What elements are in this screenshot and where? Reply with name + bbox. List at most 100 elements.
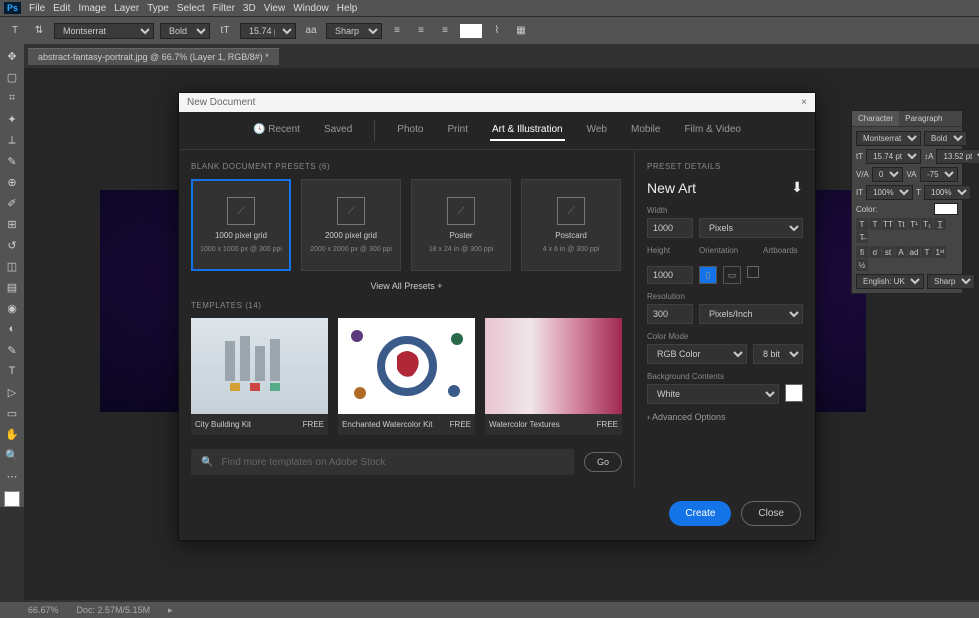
- save-preset-icon[interactable]: ⬇: [791, 179, 803, 196]
- advanced-options-toggle[interactable]: › Advanced Options: [647, 412, 803, 422]
- resolution-units-select[interactable]: Pixels/Inch: [699, 304, 803, 324]
- ot-1st[interactable]: 1ˢᵗ: [934, 246, 946, 258]
- text-color-swatch[interactable]: [460, 24, 482, 38]
- tab-film-video[interactable]: Film & Video: [682, 120, 743, 141]
- tab-photo[interactable]: Photo: [395, 120, 425, 141]
- menu-file[interactable]: File: [29, 3, 45, 14]
- template-search[interactable]: 🔍 Find more templates on Adobe Stock: [191, 449, 574, 475]
- hand-tool[interactable]: ✋: [2, 424, 22, 444]
- path-tool[interactable]: ▷: [2, 382, 22, 402]
- blur-tool[interactable]: ◉: [2, 298, 22, 318]
- char-color-swatch[interactable]: [934, 203, 958, 215]
- bitdepth-select[interactable]: 8 bit: [753, 344, 803, 364]
- brush-tool[interactable]: ✐: [2, 193, 22, 213]
- char-vscale-select[interactable]: 100%: [866, 185, 913, 200]
- edit-toolbar[interactable]: ⋯: [2, 466, 22, 486]
- doc-info[interactable]: Doc: 2.57M/5.15M: [77, 605, 151, 615]
- eyedropper-tool[interactable]: ✎: [2, 151, 22, 171]
- underline-btn[interactable]: T̲: [934, 218, 946, 230]
- close-button[interactable]: Close: [741, 501, 801, 526]
- shape-tool[interactable]: ▭: [2, 403, 22, 423]
- align-center-icon[interactable]: ≡: [412, 22, 430, 40]
- menu-window[interactable]: Window: [293, 3, 329, 14]
- ot-half[interactable]: ½: [856, 259, 868, 271]
- char-leading-select[interactable]: 13.52 pt: [936, 149, 979, 164]
- menu-edit[interactable]: Edit: [53, 3, 70, 14]
- create-button[interactable]: Create: [669, 501, 731, 526]
- menu-view[interactable]: View: [264, 3, 286, 14]
- marquee-tool[interactable]: ▢: [2, 67, 22, 87]
- ot-ad[interactable]: ad: [908, 246, 920, 258]
- align-right-icon[interactable]: ≡: [436, 22, 454, 40]
- preset-1000-grid[interactable]: ⟋ 1000 pixel grid 1000 x 1000 px @ 300 p…: [191, 179, 291, 271]
- preset-poster[interactable]: ⟋ Poster 18 x 24 in @ 300 ppi: [411, 179, 511, 271]
- template-city-building[interactable]: City Building KitFREE: [191, 318, 328, 435]
- template-watercolor-kit[interactable]: Enchanted Watercolor KitFREE: [338, 318, 475, 435]
- stamp-tool[interactable]: ⊞: [2, 214, 22, 234]
- wand-tool[interactable]: ✦: [2, 109, 22, 129]
- subscript-btn[interactable]: T₁: [921, 218, 933, 230]
- resolution-input[interactable]: [647, 304, 693, 324]
- heal-tool[interactable]: ⊕: [2, 172, 22, 192]
- ot-sigma[interactable]: σ: [869, 246, 881, 258]
- char-kerning-select[interactable]: 0: [872, 167, 903, 182]
- font-family-select[interactable]: Montserrat: [54, 23, 154, 39]
- tab-mobile[interactable]: Mobile: [629, 120, 662, 141]
- width-input[interactable]: [647, 218, 693, 238]
- units-select[interactable]: Pixels: [699, 218, 803, 238]
- go-button[interactable]: Go: [584, 452, 622, 472]
- crop-tool[interactable]: ⟂: [2, 130, 22, 150]
- artboards-checkbox[interactable]: [747, 266, 759, 278]
- preset-name-field[interactable]: New Art: [647, 180, 696, 196]
- char-size-select[interactable]: 15.74 pt: [866, 149, 921, 164]
- menu-3d[interactable]: 3D: [243, 3, 256, 14]
- type-tool[interactable]: T: [2, 361, 22, 381]
- dodge-tool[interactable]: ◐: [2, 319, 22, 339]
- eraser-tool[interactable]: ◫: [2, 256, 22, 276]
- history-brush-tool[interactable]: ↺: [2, 235, 22, 255]
- char-tracking-select[interactable]: -75: [920, 167, 958, 182]
- orientation-landscape[interactable]: ▭: [723, 266, 741, 284]
- lasso-tool[interactable]: ⌗: [2, 88, 22, 108]
- gradient-tool[interactable]: ▤: [2, 277, 22, 297]
- smallcaps-btn[interactable]: Tt: [895, 218, 907, 230]
- colormode-select[interactable]: RGB Color: [647, 344, 747, 364]
- allcaps-btn[interactable]: TT: [882, 218, 894, 230]
- menu-image[interactable]: Image: [78, 3, 106, 14]
- ot-st[interactable]: st: [882, 246, 894, 258]
- tab-saved[interactable]: Saved: [322, 120, 354, 141]
- view-all-presets[interactable]: View All Presets +: [191, 281, 622, 291]
- tab-character[interactable]: Character: [852, 111, 899, 126]
- move-tool[interactable]: ✥: [2, 46, 22, 66]
- char-hscale-select[interactable]: 100%: [924, 185, 971, 200]
- template-watercolor-textures[interactable]: Watercolor TexturesFREE: [485, 318, 622, 435]
- tab-art-illustration[interactable]: Art & Illustration: [490, 120, 565, 141]
- background-color-swatch[interactable]: [785, 384, 803, 402]
- preset-postcard[interactable]: ⟋ Postcard 4 x 6 in @ 300 ppi: [521, 179, 621, 271]
- document-tab[interactable]: abstract-fantasy-portrait.jpg @ 66.7% (L…: [28, 48, 279, 65]
- tab-print[interactable]: Print: [445, 120, 470, 141]
- char-weight-select[interactable]: Bold: [924, 131, 967, 146]
- menu-type[interactable]: Type: [147, 3, 169, 14]
- background-select[interactable]: White: [647, 384, 779, 404]
- warp-text-icon[interactable]: ⌇: [488, 22, 506, 40]
- tab-paragraph[interactable]: Paragraph: [899, 111, 948, 126]
- align-left-icon[interactable]: ≡: [388, 22, 406, 40]
- char-font-select[interactable]: Montserrat: [856, 131, 921, 146]
- superscript-btn[interactable]: T¹: [908, 218, 920, 230]
- close-icon[interactable]: ×: [801, 97, 807, 108]
- height-input[interactable]: [647, 266, 693, 284]
- font-weight-select[interactable]: Bold: [160, 23, 210, 39]
- char-aa-select[interactable]: Sharp: [927, 274, 975, 289]
- ot-t[interactable]: T: [921, 246, 933, 258]
- panel-toggle-icon[interactable]: ▦: [512, 22, 530, 40]
- menu-filter[interactable]: Filter: [213, 3, 235, 14]
- orientation-portrait[interactable]: ▯: [699, 266, 717, 284]
- menu-help[interactable]: Help: [337, 3, 358, 14]
- status-arrow-icon[interactable]: ▸: [168, 605, 173, 616]
- bold-btn[interactable]: T: [856, 218, 868, 230]
- zoom-tool[interactable]: 🔍: [2, 445, 22, 465]
- menu-layer[interactable]: Layer: [114, 3, 139, 14]
- menu-select[interactable]: Select: [177, 3, 205, 14]
- strike-btn[interactable]: T̶: [856, 231, 868, 243]
